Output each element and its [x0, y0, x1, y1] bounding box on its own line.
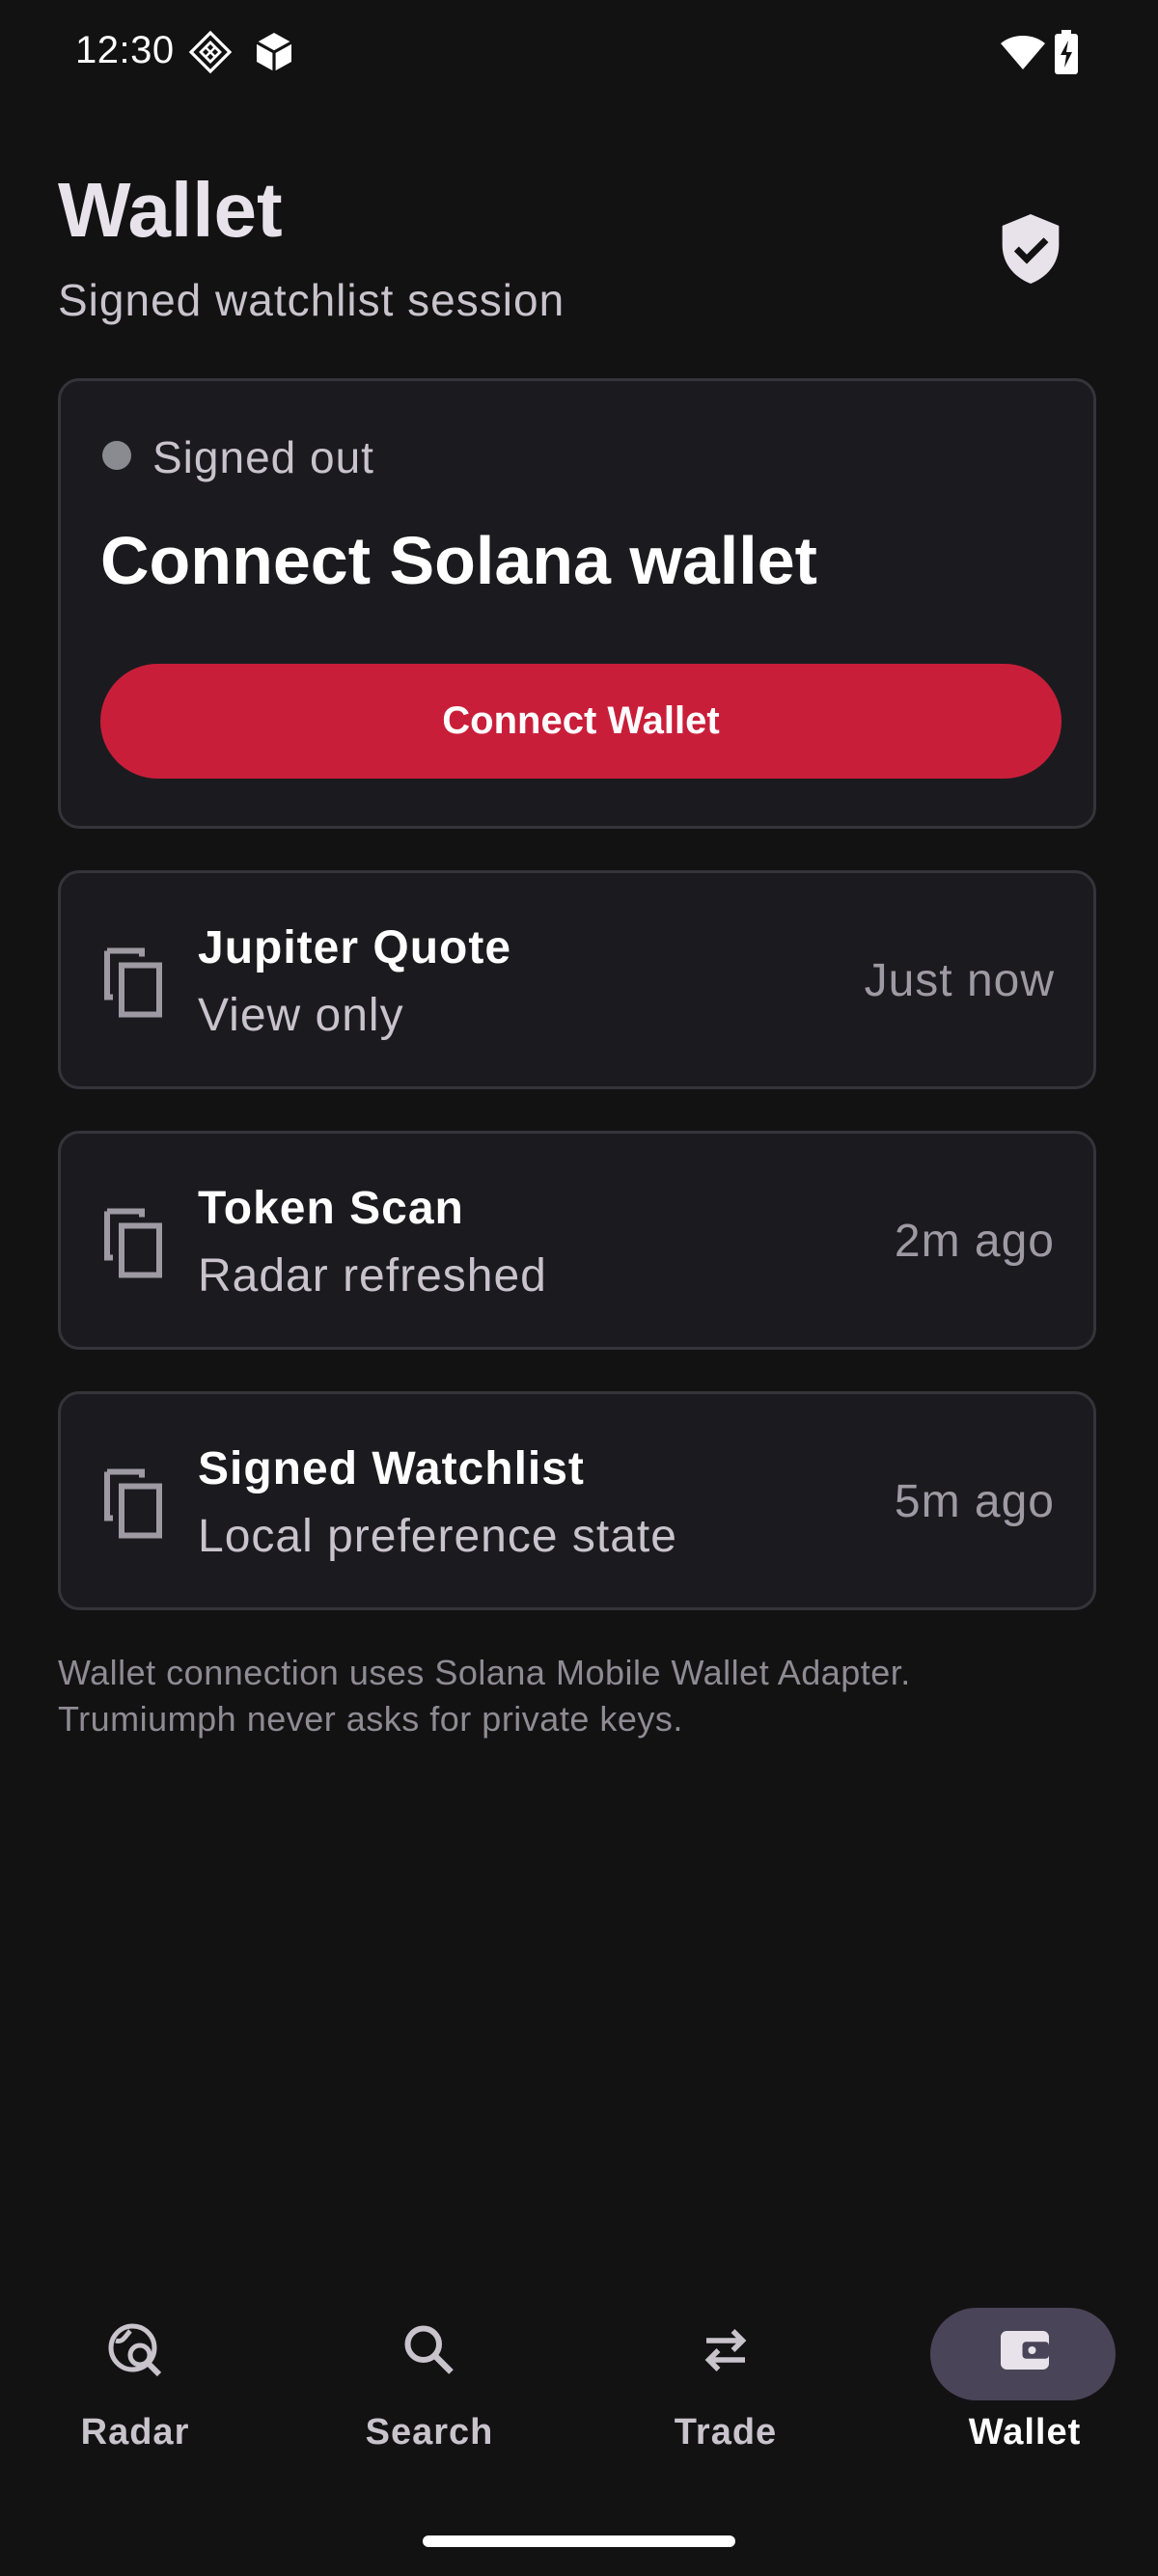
nav-label: Wallet — [968, 2412, 1082, 2453]
activity-title: Token Scan — [198, 1183, 464, 1234]
cube-notification-icon — [256, 33, 292, 71]
radar-search-icon — [108, 2323, 162, 2377]
connection-status: Signed out — [152, 432, 374, 482]
page-subtitle: Signed watchlist session — [58, 275, 565, 325]
nav-label: Search — [365, 2412, 494, 2453]
nav-radar[interactable]: Radar — [39, 2306, 232, 2480]
status-time: 12:30 — [75, 29, 175, 71]
verified-shield-icon[interactable] — [1000, 214, 1062, 284]
activity-item[interactable]: Token Scan Radar refreshed 2m ago — [58, 1131, 1096, 1350]
activity-time: Just now — [864, 955, 1055, 1006]
activity-time: 2m ago — [894, 1216, 1055, 1267]
wallet-icon — [1001, 2331, 1049, 2370]
activity-subtitle: Radar refreshed — [198, 1250, 547, 1302]
activity-subtitle: View only — [198, 990, 404, 1041]
nav-search[interactable]: Search — [333, 2306, 526, 2480]
footnote-line: Trumiumph never asks for private keys. — [58, 1699, 683, 1739]
search-icon — [404, 2325, 454, 2374]
copy-icon — [104, 1208, 162, 1278]
copy-icon — [104, 1468, 162, 1539]
app-notification-icon — [188, 30, 233, 74]
activity-title: Jupiter Quote — [198, 922, 512, 973]
status-dot — [102, 441, 131, 470]
activity-item[interactable]: Signed Watchlist Local preference state … — [58, 1391, 1096, 1610]
copy-icon — [104, 947, 162, 1018]
home-indicator[interactable] — [423, 2535, 735, 2547]
activity-time: 5m ago — [894, 1476, 1055, 1527]
connect-wallet-button[interactable]: Connect Wallet — [100, 664, 1062, 779]
footnote-line: Wallet connection uses Solana Mobile Wal… — [58, 1653, 911, 1692]
nav-trade[interactable]: Trade — [629, 2306, 822, 2480]
nav-wallet[interactable]: Wallet — [928, 2306, 1121, 2480]
nav-label: Radar — [80, 2412, 190, 2453]
nav-label: Trade — [674, 2412, 778, 2453]
activity-item[interactable]: Jupiter Quote View only Just now — [58, 870, 1096, 1089]
connect-card-title: Connect Solana wallet — [100, 523, 817, 598]
wifi-icon — [1001, 36, 1045, 69]
battery-charging-icon — [1055, 30, 1078, 74]
security-footnote: Wallet connection uses Solana Mobile Wal… — [58, 1650, 1100, 1742]
activity-title: Signed Watchlist — [198, 1443, 585, 1494]
swap-arrows-icon — [704, 2329, 747, 2371]
page-title: Wallet — [58, 167, 283, 253]
activity-subtitle: Local preference state — [198, 1511, 677, 1562]
connect-wallet-card: Signed out Connect Solana wallet Connect… — [58, 378, 1096, 829]
